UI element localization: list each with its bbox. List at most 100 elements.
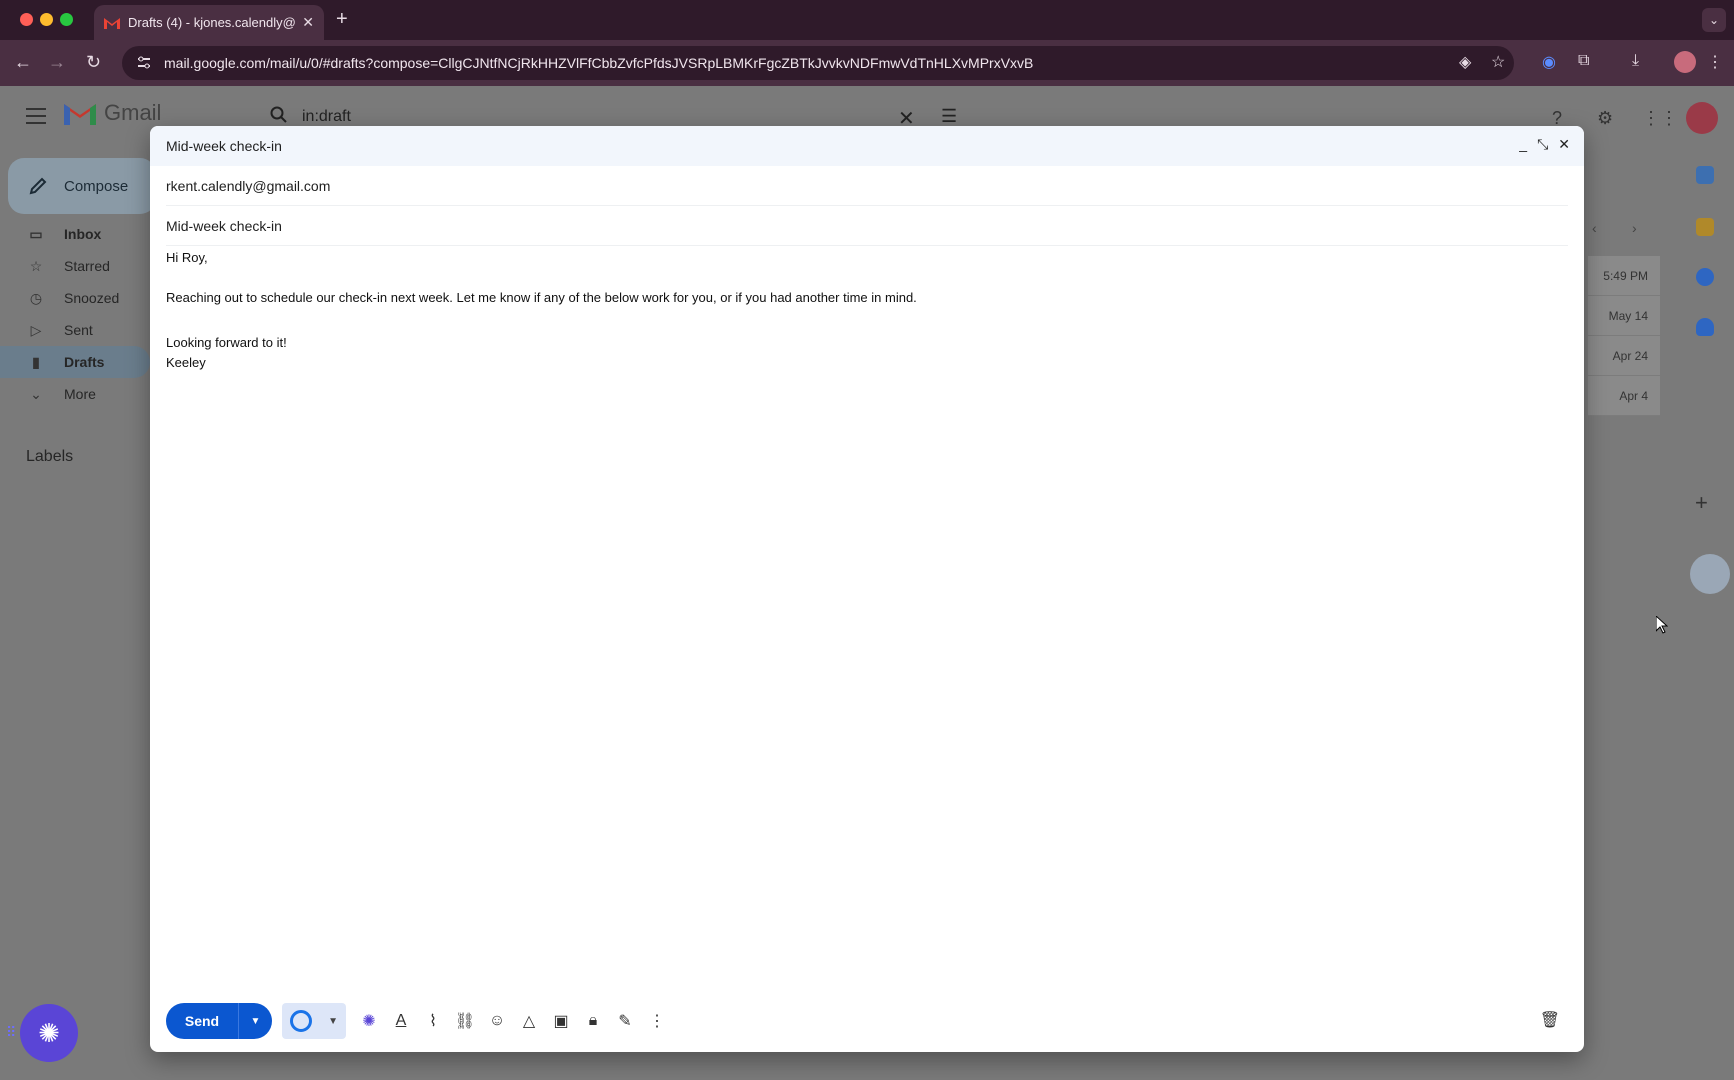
next-page-icon[interactable]: ›: [1632, 220, 1637, 236]
tab-strip: Drafts (4) - kjones.calendly@ ✕ + ⌄: [0, 0, 1734, 40]
send-button-group: Send ▼: [166, 1003, 272, 1039]
inbox-icon: ▭: [26, 226, 46, 243]
drive-icon[interactable]: △: [520, 1011, 538, 1031]
nav-label: Sent: [64, 322, 93, 338]
drag-handle-icon[interactable]: ⠿: [6, 1024, 16, 1041]
list-item[interactable]: Apr 24: [1588, 336, 1660, 376]
compose-header: Mid-week check-in _ ⤡ ✕: [150, 126, 1584, 166]
signature-pen-icon[interactable]: ✎: [616, 1011, 634, 1031]
back-icon[interactable]: ←: [14, 52, 32, 73]
nav-item-snoozed[interactable]: ◷ Snoozed: [0, 282, 150, 314]
browser-tab-drafts[interactable]: Drafts (4) - kjones.calendly@ ✕: [94, 5, 324, 40]
maximize-window-button[interactable]: [60, 13, 73, 26]
nav-label: Inbox: [64, 226, 101, 242]
calendly-logo-icon: [290, 1010, 312, 1032]
calendar-icon[interactable]: [1696, 166, 1714, 184]
chevron-down-icon: ⌄: [26, 386, 46, 403]
calendly-extension-icon[interactable]: ◉: [1542, 52, 1556, 72]
keep-icon[interactable]: [1696, 218, 1714, 236]
attach-icon[interactable]: ⌇: [424, 1011, 442, 1031]
nav-label: Snoozed: [64, 290, 119, 306]
clock-icon: ◷: [26, 290, 46, 307]
mouse-pointer-icon: [1656, 616, 1668, 634]
browser-menu-icon[interactable]: ⋮: [1707, 52, 1723, 72]
compose-toolbar: Send ▼ ▼ ✺ A ⌇ ⛓ ☺ △ ▣ 🔒︎ ✎ ⋮ 🗑︎: [166, 1002, 1568, 1040]
apps-grid-icon[interactable]: ⋮⋮: [1642, 108, 1678, 129]
settings-gear-icon[interactable]: ⚙: [1597, 108, 1613, 129]
star-icon: ☆: [26, 258, 46, 275]
close-icon[interactable]: ✕: [1558, 136, 1570, 153]
minimize-icon[interactable]: _: [1519, 136, 1527, 153]
close-window-button[interactable]: [20, 13, 33, 26]
subject-field[interactable]: Mid-week check-in: [166, 206, 1568, 246]
new-tab-button[interactable]: +: [336, 8, 348, 31]
add-addon-icon[interactable]: +: [1695, 490, 1708, 516]
confidential-lock-icon[interactable]: 🔒︎: [584, 1011, 602, 1031]
list-item[interactable]: 5:49 PM: [1588, 256, 1660, 296]
draft-icon: ▮: [26, 354, 46, 371]
search-options-icon[interactable]: ☰: [941, 106, 957, 127]
send-icon: ▷: [26, 322, 46, 339]
nav-item-more[interactable]: ⌄More: [0, 378, 150, 410]
close-tab-icon[interactable]: ✕: [302, 14, 314, 31]
chevron-down-icon[interactable]: ▼: [328, 1016, 338, 1027]
nav-item-sent[interactable]: ▷ Sent: [0, 314, 150, 346]
site-settings-icon[interactable]: [136, 55, 152, 71]
body-line: Reaching out to schedule our check-in ne…: [166, 288, 1566, 308]
bookmark-star-icon[interactable]: ☆: [1491, 52, 1505, 72]
link-icon[interactable]: ⛓: [456, 1011, 474, 1031]
labels-header: Labels: [26, 448, 73, 466]
contacts-icon[interactable]: [1696, 318, 1714, 336]
forward-icon[interactable]: →: [48, 52, 66, 73]
nav-label: Drafts: [64, 354, 104, 370]
compose-dialog: Mid-week check-in _ ⤡ ✕ rkent.calendly@g…: [150, 126, 1584, 1052]
compose-title: Mid-week check-in: [166, 138, 282, 154]
send-button[interactable]: Send: [166, 1003, 238, 1039]
account-avatar[interactable]: [1686, 102, 1718, 134]
exit-fullscreen-icon[interactable]: ⤡: [1537, 136, 1548, 153]
url-text: mail.google.com/mail/u/0/#drafts?compose…: [164, 55, 1033, 71]
list-item[interactable]: Apr 4: [1588, 376, 1660, 416]
message-body[interactable]: Hi Roy, Reaching out to schedule our che…: [166, 248, 1566, 373]
download-icon[interactable]: ⤓: [1632, 52, 1639, 70]
search-query-text: in:draft: [302, 108, 351, 126]
compose-label: Compose: [64, 178, 128, 195]
send-options-icon[interactable]: ▼: [238, 1003, 272, 1039]
gmail-brand-text: Gmail: [104, 100, 161, 126]
browser-toolbar: ← → ↻ mail.google.com/mail/u/0/#drafts?c…: [0, 40, 1734, 86]
calendly-sidebar-icon[interactable]: [1690, 554, 1730, 594]
compose-button[interactable]: Compose: [8, 158, 156, 214]
list-item[interactable]: May 14: [1588, 296, 1660, 336]
tab-title: Drafts (4) - kjones.calendly@: [128, 15, 296, 30]
text-format-icon[interactable]: A: [392, 1011, 410, 1031]
photo-icon[interactable]: ▣: [552, 1011, 570, 1031]
eye-off-icon[interactable]: ◈: [1459, 52, 1471, 72]
gmail-logo[interactable]: Gmail: [64, 100, 161, 126]
minimize-window-button[interactable]: [40, 13, 53, 26]
body-signature: Keeley: [166, 353, 1566, 373]
extensions-icon[interactable]: ⧉: [1578, 52, 1589, 70]
recipients-field[interactable]: rkent.calendly@gmail.com: [166, 166, 1568, 206]
profile-avatar[interactable]: [1674, 51, 1696, 73]
tasks-icon[interactable]: [1696, 268, 1714, 286]
main-menu-icon[interactable]: [26, 108, 46, 124]
assistant-fab-button[interactable]: ✺: [20, 1004, 78, 1062]
gmail-favicon-icon: [104, 17, 120, 29]
address-bar[interactable]: mail.google.com/mail/u/0/#drafts?compose…: [122, 46, 1514, 80]
draft-list-dates: 5:49 PM May 14 Apr 24 Apr 4: [1588, 256, 1660, 416]
nav-item-starred[interactable]: ☆ Starred: [0, 250, 150, 282]
discard-draft-icon[interactable]: 🗑︎: [1540, 1010, 1560, 1030]
ai-sparkle-icon[interactable]: ✺: [360, 1011, 378, 1031]
gmail-m-icon: [64, 101, 96, 125]
reload-icon[interactable]: ↻: [86, 52, 101, 73]
sparkle-icon: ✺: [38, 1018, 60, 1049]
tab-search-button[interactable]: ⌄: [1702, 8, 1726, 32]
calendly-insert-button[interactable]: ▼: [282, 1003, 346, 1039]
emoji-icon[interactable]: ☺: [488, 1011, 506, 1031]
nav-item-inbox[interactable]: ▭ Inbox: [0, 218, 150, 250]
more-options-icon[interactable]: ⋮: [648, 1011, 666, 1031]
nav-label: Starred: [64, 258, 110, 274]
mail-nav: ▭ Inbox ☆ Starred ◷ Snoozed ▷ Sent ▮ Drafts ⌄…: [0, 218, 150, 410]
nav-item-drafts[interactable]: ▮ Drafts: [0, 346, 150, 378]
prev-page-icon[interactable]: ‹: [1592, 220, 1597, 236]
